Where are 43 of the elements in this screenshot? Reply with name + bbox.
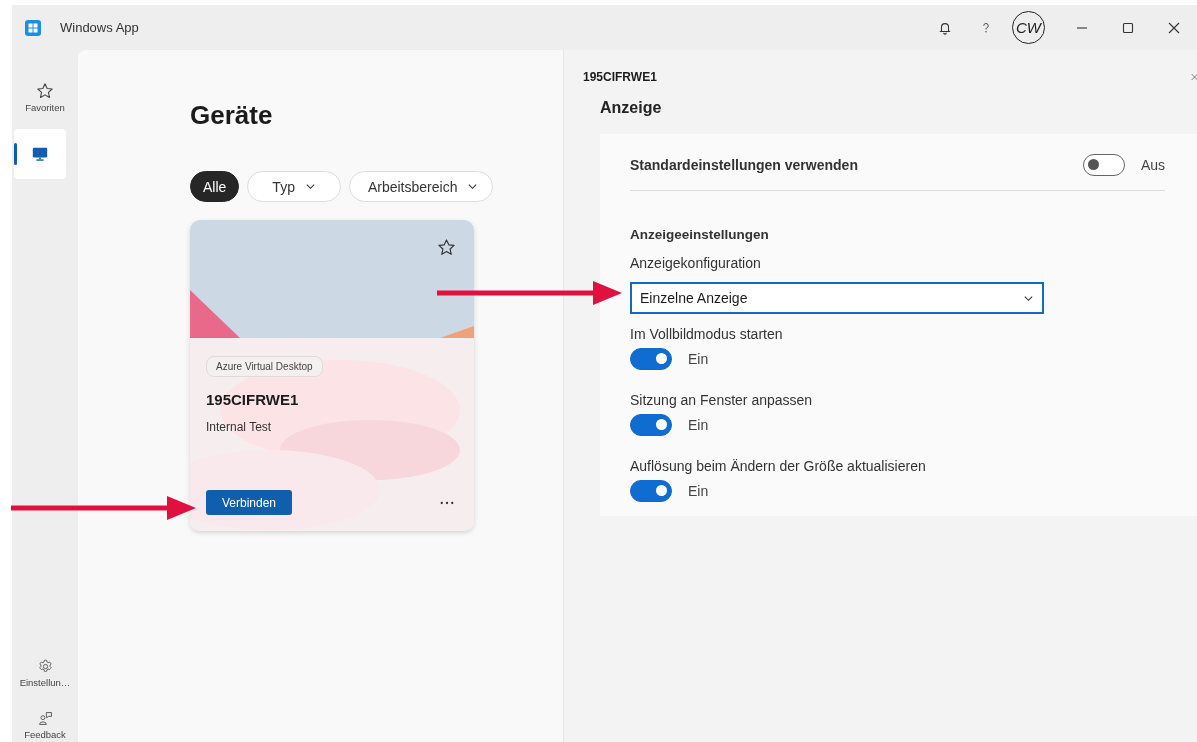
type-tag: Azure Virtual Desktop [206, 356, 323, 377]
setting-label: Sitzung an Fenster anpassen [630, 392, 813, 408]
connect-button[interactable]: Verbinden [206, 490, 293, 515]
chevron-down-icon [467, 181, 479, 192]
toggle-state: Ein [688, 483, 709, 499]
group-title: Anzeigeeinstellungen [630, 227, 769, 242]
device-description: Internal Test [206, 420, 272, 434]
toggle-state: Ein [688, 417, 709, 433]
help-icon[interactable] [980, 20, 992, 35]
device-name: 195CIFRWE1 [206, 391, 299, 408]
setting-label: Standardeinstellungen verwenden [630, 157, 859, 173]
sidebar-item[interactable] [14, 129, 66, 179]
window-title: Windows App [60, 20, 139, 35]
star-icon [36, 82, 54, 100]
field-label: Anzeigekonfiguration [630, 255, 761, 271]
toggle-state: Ein [688, 351, 709, 367]
page-heading: Geräte [190, 100, 274, 131]
close-icon[interactable] [1168, 21, 1180, 34]
setting-label: Im Vollbildmodus starten [630, 326, 783, 342]
feedback-icon [36, 710, 54, 727]
toggle-switch[interactable] [630, 414, 672, 436]
filter-chip[interactable]: Alle [190, 171, 240, 202]
maximize-icon[interactable] [1122, 21, 1134, 34]
toggle-state: Aus [1140, 157, 1165, 173]
chevron-down-icon [304, 181, 316, 192]
app-logo-icon [25, 19, 41, 36]
sidebar-item[interactable]: Einstellun… [19, 652, 71, 694]
setting-label: Auflösung beim Ändern der Größe aktualisieren [630, 458, 926, 474]
settings-icon [36, 658, 54, 675]
monitor-icon [31, 145, 49, 163]
filter-chip[interactable]: Arbeitsbereich [348, 171, 494, 202]
more-icon[interactable] [440, 500, 454, 505]
sidebar-item[interactable]: Favoriten [19, 76, 71, 119]
section-title: Anzeige [600, 99, 663, 117]
toggle-switch[interactable] [630, 480, 672, 502]
display-config-dropdown[interactable]: Einzelne Anzeige [630, 282, 1044, 314]
bell-icon[interactable] [938, 20, 952, 35]
filter-chip[interactable]: Typ [247, 171, 341, 202]
sidebar-item[interactable]: Feedback [19, 704, 71, 742]
toggle-switch[interactable] [1082, 154, 1125, 176]
toggle-switch[interactable] [630, 348, 672, 370]
device-title: 195CIFRWE1 [583, 70, 657, 84]
star-icon[interactable] [437, 238, 456, 257]
